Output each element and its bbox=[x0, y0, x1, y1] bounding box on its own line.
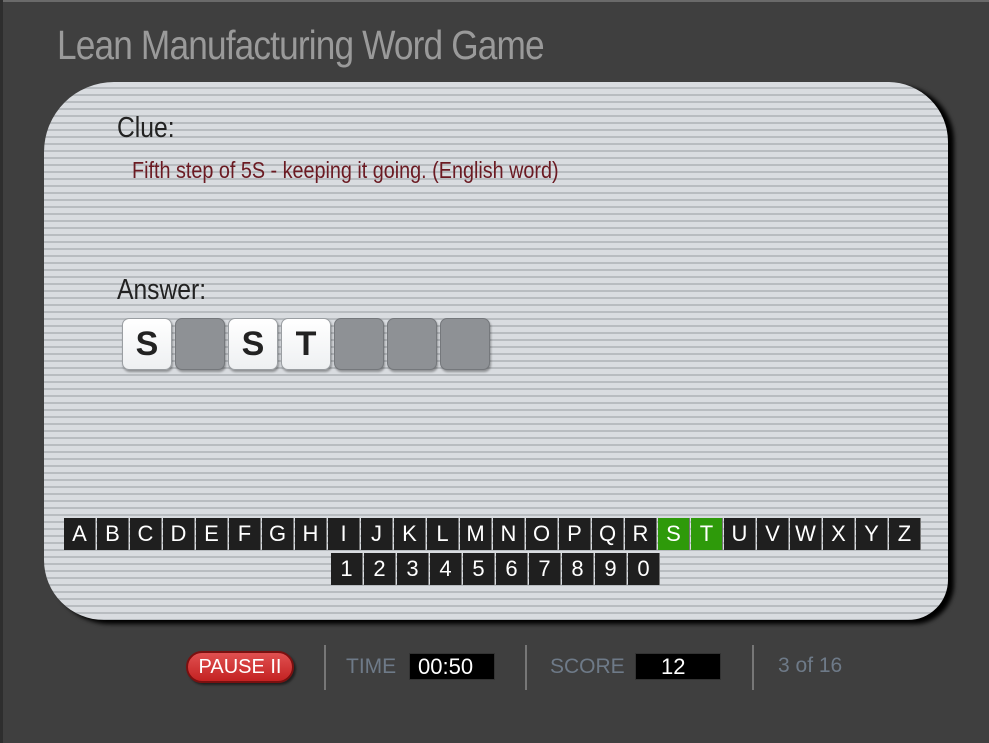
score-value: 12 bbox=[635, 653, 721, 680]
key-i[interactable]: I bbox=[328, 518, 360, 550]
question-progress: 3 of 16 bbox=[778, 654, 843, 677]
key-d[interactable]: D bbox=[163, 518, 195, 550]
key-t[interactable]: T bbox=[691, 518, 723, 550]
answer-tile-filled: S bbox=[228, 318, 278, 370]
window-frame-left bbox=[0, 0, 3, 743]
key-v[interactable]: V bbox=[757, 518, 789, 550]
key-digit-7[interactable]: 7 bbox=[529, 553, 561, 585]
key-s[interactable]: S bbox=[658, 518, 690, 550]
letter-keyboard: ABCDEFGHIJKLMNOPQRSTUVWXYZ bbox=[64, 518, 922, 550]
answer-tiles: SST bbox=[122, 318, 490, 370]
key-f[interactable]: F bbox=[229, 518, 261, 550]
key-p[interactable]: P bbox=[559, 518, 591, 550]
game-title: Lean Manufacturing Word Game bbox=[57, 22, 545, 68]
key-m[interactable]: M bbox=[460, 518, 492, 550]
key-digit-8[interactable]: 8 bbox=[562, 553, 594, 585]
pause-button[interactable]: PAUSE II bbox=[186, 651, 294, 683]
time-value: 00:50 bbox=[409, 653, 495, 680]
key-g[interactable]: G bbox=[262, 518, 294, 550]
divider bbox=[752, 645, 754, 690]
answer-tile-filled: S bbox=[122, 318, 172, 370]
key-c[interactable]: C bbox=[130, 518, 162, 550]
answer-tile-empty bbox=[387, 318, 437, 370]
clue-text: Fifth step of 5S - keeping it going. (En… bbox=[132, 157, 559, 183]
answer-tile-empty bbox=[334, 318, 384, 370]
key-k[interactable]: K bbox=[394, 518, 426, 550]
key-o[interactable]: O bbox=[526, 518, 558, 550]
answer-label: Answer: bbox=[117, 274, 207, 306]
status-bar: PAUSE II TIME 00:50 SCORE 12 3 of 16 bbox=[0, 645, 989, 690]
key-n[interactable]: N bbox=[493, 518, 525, 550]
time-label: TIME bbox=[346, 655, 397, 678]
key-digit-3[interactable]: 3 bbox=[397, 553, 429, 585]
score-label: SCORE bbox=[550, 655, 625, 678]
window-frame-top bbox=[0, 0, 989, 2]
answer-tile-empty bbox=[440, 318, 490, 370]
key-digit-0[interactable]: 0 bbox=[628, 553, 660, 585]
key-x[interactable]: X bbox=[823, 518, 855, 550]
divider bbox=[525, 645, 527, 690]
key-a[interactable]: A bbox=[64, 518, 96, 550]
key-j[interactable]: J bbox=[361, 518, 393, 550]
key-digit-5[interactable]: 5 bbox=[463, 553, 495, 585]
key-y[interactable]: Y bbox=[856, 518, 888, 550]
answer-tile-empty bbox=[175, 318, 225, 370]
key-digit-4[interactable]: 4 bbox=[430, 553, 462, 585]
key-b[interactable]: B bbox=[97, 518, 129, 550]
key-r[interactable]: R bbox=[625, 518, 657, 550]
digit-keyboard: 1234567890 bbox=[331, 553, 661, 585]
divider bbox=[324, 645, 326, 690]
key-e[interactable]: E bbox=[196, 518, 228, 550]
key-digit-9[interactable]: 9 bbox=[595, 553, 627, 585]
key-w[interactable]: W bbox=[790, 518, 822, 550]
game-panel: Clue: Fifth step of 5S - keeping it goin… bbox=[44, 82, 948, 620]
clue-label: Clue: bbox=[117, 112, 175, 144]
key-u[interactable]: U bbox=[724, 518, 756, 550]
key-digit-1[interactable]: 1 bbox=[331, 553, 363, 585]
answer-tile-filled: T bbox=[281, 318, 331, 370]
key-digit-6[interactable]: 6 bbox=[496, 553, 528, 585]
key-z[interactable]: Z bbox=[889, 518, 921, 550]
key-q[interactable]: Q bbox=[592, 518, 624, 550]
key-h[interactable]: H bbox=[295, 518, 327, 550]
key-digit-2[interactable]: 2 bbox=[364, 553, 396, 585]
key-l[interactable]: L bbox=[427, 518, 459, 550]
